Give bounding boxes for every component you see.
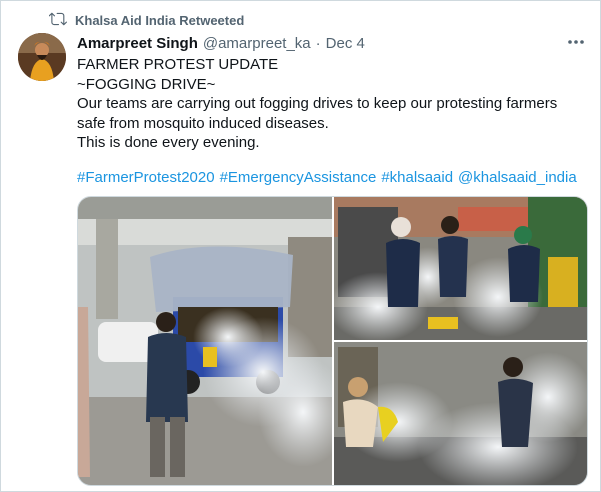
separator-dot: · bbox=[315, 35, 321, 52]
tweet-header: Amarpreet Singh @amarpreet_ka · Dec 4 bbox=[77, 35, 365, 52]
media-photo-3[interactable] bbox=[334, 342, 587, 485]
tweet-line: safe from mosquito induced diseases. bbox=[77, 114, 329, 132]
retweet-label: Khalsa Aid India Retweeted bbox=[75, 12, 245, 28]
media-photo-2[interactable] bbox=[328, 197, 587, 342]
tweet-line: FARMER PROTEST UPDATE bbox=[77, 56, 279, 73]
tweet-text: FARMER PROTEST UPDATE ~FOGGING DRIVE~ Ou… bbox=[77, 55, 577, 153]
tweet-line: This is done every evening. bbox=[77, 134, 260, 151]
avatar[interactable] bbox=[18, 33, 66, 81]
hashtag-link[interactable]: #FarmerProtest2020 bbox=[77, 169, 215, 186]
media-grid bbox=[77, 196, 588, 486]
retweet-context[interactable]: Khalsa Aid India Retweeted bbox=[48, 10, 245, 31]
retweet-icon bbox=[48, 10, 67, 31]
hashtag-link[interactable]: #khalsaaid bbox=[381, 169, 453, 186]
more-icon[interactable] bbox=[566, 35, 586, 49]
hashtag-link[interactable]: #EmergencyAssistance bbox=[220, 169, 377, 186]
tweet-line: Our teams are carrying out fogging drive… bbox=[77, 95, 558, 112]
tweet-date[interactable]: Dec 4 bbox=[326, 35, 365, 52]
media-photo-1[interactable] bbox=[78, 197, 348, 485]
author-name[interactable]: Amarpreet Singh bbox=[77, 35, 198, 52]
hashtag-row: #FarmerProtest2020 #EmergencyAssistance #k… bbox=[77, 168, 582, 188]
author-handle[interactable]: @amarpreet_ka bbox=[203, 35, 311, 52]
tweet-line: ~FOGGING DRIVE~ bbox=[77, 75, 216, 93]
tweet-card[interactable]: Khalsa Aid India Retweeted Amarpreet Sin… bbox=[0, 0, 601, 492]
mention-link[interactable]: @khalsaaid_india bbox=[458, 169, 577, 186]
